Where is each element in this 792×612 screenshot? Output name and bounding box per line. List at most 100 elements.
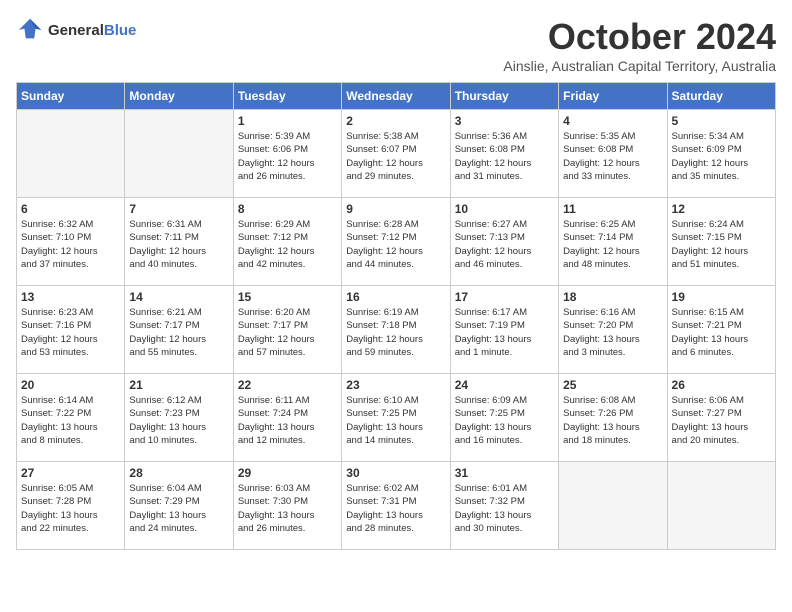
day-detail: Sunrise: 6:09 AM Sunset: 7:25 PM Dayligh… bbox=[455, 394, 554, 447]
day-number: 3 bbox=[455, 114, 554, 128]
calendar-cell: 23 Sunrise: 6:10 AM Sunset: 7:25 PM Dayli… bbox=[342, 374, 450, 462]
day-number: 14 bbox=[129, 290, 228, 304]
day-number: 24 bbox=[455, 378, 554, 392]
calendar-cell: 7 Sunrise: 6:31 AM Sunset: 7:11 PM Daylig… bbox=[125, 198, 233, 286]
calendar-cell: 30 Sunrise: 6:02 AM Sunset: 7:31 PM Dayli… bbox=[342, 462, 450, 550]
day-detail: Sunrise: 6:05 AM Sunset: 7:28 PM Dayligh… bbox=[21, 482, 120, 535]
calendar-cell: 4Sunrise: 5:35 AM Sunset: 6:08 PM Daylig… bbox=[559, 110, 667, 198]
day-number: 25 bbox=[563, 378, 662, 392]
day-detail: Sunrise: 6:20 AM Sunset: 7:17 PM Dayligh… bbox=[238, 306, 337, 359]
calendar-cell: 18 Sunrise: 6:16 AM Sunset: 7:20 PM Dayli… bbox=[559, 286, 667, 374]
day-number: 8 bbox=[238, 202, 337, 216]
calendar-cell: 10 Sunrise: 6:27 AM Sunset: 7:13 PM Dayli… bbox=[450, 198, 558, 286]
day-detail: Sunrise: 5:35 AM Sunset: 6:08 PM Dayligh… bbox=[563, 130, 662, 183]
day-detail: Sunrise: 6:03 AM Sunset: 7:30 PM Dayligh… bbox=[238, 482, 337, 535]
calendar-cell bbox=[667, 462, 775, 550]
calendar-cell: 13 Sunrise: 6:23 AM Sunset: 7:16 PM Dayli… bbox=[17, 286, 125, 374]
day-header-monday: Monday bbox=[125, 83, 233, 110]
day-detail: Sunrise: 6:12 AM Sunset: 7:23 PM Dayligh… bbox=[129, 394, 228, 447]
day-header-friday: Friday bbox=[559, 83, 667, 110]
calendar-cell: 21Sunrise: 6:12 AM Sunset: 7:23 PM Dayli… bbox=[125, 374, 233, 462]
calendar-cell: 14 Sunrise: 6:21 AM Sunset: 7:17 PM Dayli… bbox=[125, 286, 233, 374]
calendar-cell: 9 Sunrise: 6:28 AM Sunset: 7:12 PM Daylig… bbox=[342, 198, 450, 286]
calendar-cell: 17Sunrise: 6:17 AM Sunset: 7:19 PM Dayli… bbox=[450, 286, 558, 374]
day-detail: Sunrise: 6:31 AM Sunset: 7:11 PM Dayligh… bbox=[129, 218, 228, 271]
month-title: October 2024 bbox=[503, 16, 776, 58]
day-number: 2 bbox=[346, 114, 445, 128]
day-detail: Sunrise: 5:38 AM Sunset: 6:07 PM Dayligh… bbox=[346, 130, 445, 183]
title-area: October 2024 Ainslie, Australian Capital… bbox=[503, 16, 776, 74]
day-detail: Sunrise: 6:01 AM Sunset: 7:32 PM Dayligh… bbox=[455, 482, 554, 535]
day-number: 22 bbox=[238, 378, 337, 392]
day-number: 20 bbox=[21, 378, 120, 392]
calendar-week-2: 6 Sunrise: 6:32 AM Sunset: 7:10 PM Daylig… bbox=[17, 198, 776, 286]
calendar-cell: 16 Sunrise: 6:19 AM Sunset: 7:18 PM Dayli… bbox=[342, 286, 450, 374]
day-detail: Sunrise: 6:21 AM Sunset: 7:17 PM Dayligh… bbox=[129, 306, 228, 359]
day-detail: Sunrise: 6:28 AM Sunset: 7:12 PM Dayligh… bbox=[346, 218, 445, 271]
day-detail: Sunrise: 6:11 AM Sunset: 7:24 PM Dayligh… bbox=[238, 394, 337, 447]
day-detail: Sunrise: 5:39 AM Sunset: 6:06 PM Dayligh… bbox=[238, 130, 337, 183]
day-header-saturday: Saturday bbox=[667, 83, 775, 110]
day-detail: Sunrise: 6:24 AM Sunset: 7:15 PM Dayligh… bbox=[672, 218, 771, 271]
calendar-cell: 2 Sunrise: 5:38 AM Sunset: 6:07 PM Daylig… bbox=[342, 110, 450, 198]
day-number: 30 bbox=[346, 466, 445, 480]
calendar-cell: 19Sunrise: 6:15 AM Sunset: 7:21 PM Dayli… bbox=[667, 286, 775, 374]
calendar-cell: 8 Sunrise: 6:29 AM Sunset: 7:12 PM Daylig… bbox=[233, 198, 341, 286]
calendar-table: SundayMondayTuesdayWednesdayThursdayFrid… bbox=[16, 82, 776, 550]
day-number: 7 bbox=[129, 202, 228, 216]
day-number: 16 bbox=[346, 290, 445, 304]
day-number: 12 bbox=[672, 202, 771, 216]
day-number: 10 bbox=[455, 202, 554, 216]
day-detail: Sunrise: 6:02 AM Sunset: 7:31 PM Dayligh… bbox=[346, 482, 445, 535]
calendar-body: 1Sunrise: 5:39 AM Sunset: 6:06 PM Daylig… bbox=[17, 110, 776, 550]
day-detail: Sunrise: 6:25 AM Sunset: 7:14 PM Dayligh… bbox=[563, 218, 662, 271]
day-detail: Sunrise: 6:14 AM Sunset: 7:22 PM Dayligh… bbox=[21, 394, 120, 447]
day-number: 9 bbox=[346, 202, 445, 216]
calendar-cell: 3Sunrise: 5:36 AM Sunset: 6:08 PM Daylig… bbox=[450, 110, 558, 198]
day-number: 31 bbox=[455, 466, 554, 480]
calendar-cell: 25 Sunrise: 6:08 AM Sunset: 7:26 PM Dayli… bbox=[559, 374, 667, 462]
calendar-cell: 24 Sunrise: 6:09 AM Sunset: 7:25 PM Dayli… bbox=[450, 374, 558, 462]
day-number: 29 bbox=[238, 466, 337, 480]
calendar-cell: 5Sunrise: 5:34 AM Sunset: 6:09 PM Daylig… bbox=[667, 110, 775, 198]
calendar-week-4: 20 Sunrise: 6:14 AM Sunset: 7:22 PM Dayli… bbox=[17, 374, 776, 462]
subtitle: Ainslie, Australian Capital Territory, A… bbox=[503, 58, 776, 74]
day-detail: Sunrise: 6:04 AM Sunset: 7:29 PM Dayligh… bbox=[129, 482, 228, 535]
day-detail: Sunrise: 6:29 AM Sunset: 7:12 PM Dayligh… bbox=[238, 218, 337, 271]
day-number: 17 bbox=[455, 290, 554, 304]
day-number: 11 bbox=[563, 202, 662, 216]
day-number: 18 bbox=[563, 290, 662, 304]
day-detail: Sunrise: 6:10 AM Sunset: 7:25 PM Dayligh… bbox=[346, 394, 445, 447]
day-detail: Sunrise: 6:06 AM Sunset: 7:27 PM Dayligh… bbox=[672, 394, 771, 447]
day-number: 27 bbox=[21, 466, 120, 480]
calendar-cell: 31 Sunrise: 6:01 AM Sunset: 7:32 PM Dayli… bbox=[450, 462, 558, 550]
day-number: 13 bbox=[21, 290, 120, 304]
calendar-week-5: 27 Sunrise: 6:05 AM Sunset: 7:28 PM Dayli… bbox=[17, 462, 776, 550]
calendar-header: SundayMondayTuesdayWednesdayThursdayFrid… bbox=[17, 83, 776, 110]
day-number: 6 bbox=[21, 202, 120, 216]
day-detail: Sunrise: 6:23 AM Sunset: 7:16 PM Dayligh… bbox=[21, 306, 120, 359]
day-header-wednesday: Wednesday bbox=[342, 83, 450, 110]
day-detail: Sunrise: 5:34 AM Sunset: 6:09 PM Dayligh… bbox=[672, 130, 771, 183]
calendar-cell bbox=[125, 110, 233, 198]
day-detail: Sunrise: 6:32 AM Sunset: 7:10 PM Dayligh… bbox=[21, 218, 120, 271]
day-detail: Sunrise: 6:16 AM Sunset: 7:20 PM Dayligh… bbox=[563, 306, 662, 359]
day-number: 15 bbox=[238, 290, 337, 304]
logo-text: GeneralBlue bbox=[48, 22, 136, 39]
calendar-cell: 20 Sunrise: 6:14 AM Sunset: 7:22 PM Dayli… bbox=[17, 374, 125, 462]
day-number: 23 bbox=[346, 378, 445, 392]
day-detail: Sunrise: 6:27 AM Sunset: 7:13 PM Dayligh… bbox=[455, 218, 554, 271]
day-header-tuesday: Tuesday bbox=[233, 83, 341, 110]
day-detail: Sunrise: 6:08 AM Sunset: 7:26 PM Dayligh… bbox=[563, 394, 662, 447]
calendar-cell: 1Sunrise: 5:39 AM Sunset: 6:06 PM Daylig… bbox=[233, 110, 341, 198]
calendar-week-1: 1Sunrise: 5:39 AM Sunset: 6:06 PM Daylig… bbox=[17, 110, 776, 198]
day-number: 19 bbox=[672, 290, 771, 304]
day-detail: Sunrise: 6:19 AM Sunset: 7:18 PM Dayligh… bbox=[346, 306, 445, 359]
calendar-cell: 26Sunrise: 6:06 AM Sunset: 7:27 PM Dayli… bbox=[667, 374, 775, 462]
calendar-week-3: 13 Sunrise: 6:23 AM Sunset: 7:16 PM Dayli… bbox=[17, 286, 776, 374]
day-header-thursday: Thursday bbox=[450, 83, 558, 110]
calendar-cell: 29 Sunrise: 6:03 AM Sunset: 7:30 PM Dayli… bbox=[233, 462, 341, 550]
calendar-cell: 6 Sunrise: 6:32 AM Sunset: 7:10 PM Daylig… bbox=[17, 198, 125, 286]
logo-icon bbox=[16, 16, 44, 44]
calendar-cell: 27 Sunrise: 6:05 AM Sunset: 7:28 PM Dayli… bbox=[17, 462, 125, 550]
